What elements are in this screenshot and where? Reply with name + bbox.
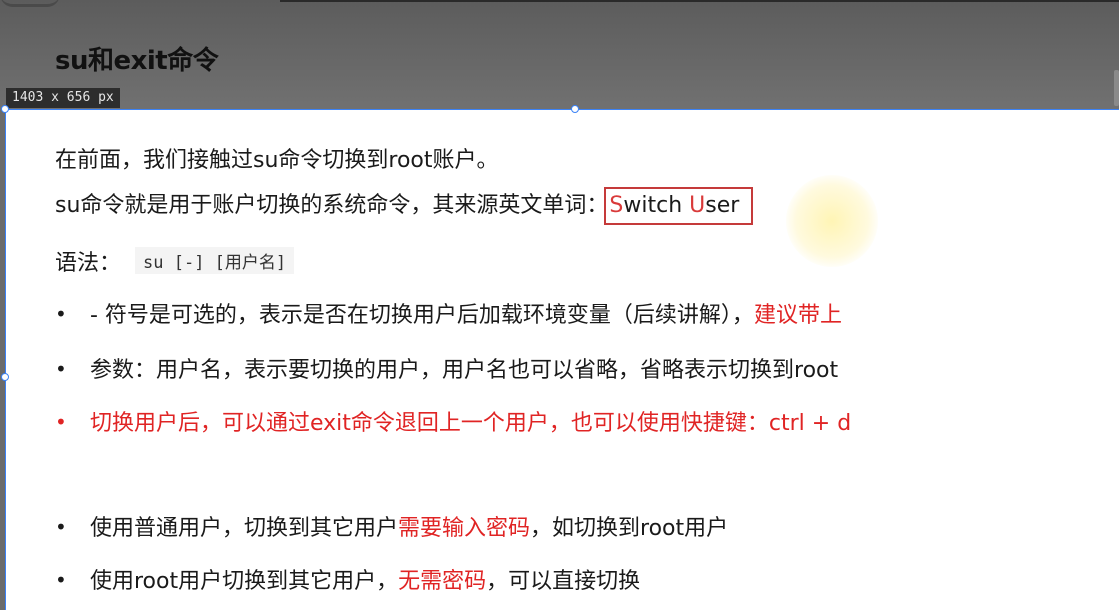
syntax-line: 语法： su [-] [用户名] [55, 245, 295, 277]
description-line: su命令就是用于账户切换的系统命令，其来源英文单词：Switch User [55, 187, 754, 225]
resize-handle-top-left[interactable] [1, 105, 9, 113]
resize-handle-middle-left[interactable] [1, 373, 9, 381]
bullet-text: 使用root用户切换到其它用户， [90, 569, 399, 594]
bullet-suffix: ，如切换到root用户 [530, 516, 729, 541]
bullet-marker: • [55, 302, 67, 326]
word-ser: ser [705, 193, 740, 218]
bullet-item-root-user: 使用root用户切换到其它用户，无需密码，可以直接切换 [90, 563, 640, 595]
bullet-text: 使用普通用户，切换到其它用户 [90, 516, 399, 541]
corner-decoration [0, 0, 60, 7]
bullet-text: 参数：用户名，表示要切换的用户，用户名也可以省略，省略表示切换到root [90, 358, 839, 383]
bullet-item-normal-user: 使用普通用户，切换到其它用户需要输入密码，如切换到root用户 [90, 510, 728, 542]
resize-handle-top-middle[interactable] [571, 105, 579, 113]
bullet-highlight: 需要输入密码 [398, 516, 531, 541]
bullet-item-exit: 切换用户后，可以通过exit命令退回上一个用户，也可以使用快捷键：ctrl + … [90, 405, 851, 437]
bullet-item-optional-dash: - 符号是可选的，表示是否在切换用户后加载环境变量（后续讲解），建议带上 [90, 297, 842, 329]
syntax-code: su [-] [用户名] [135, 247, 295, 274]
bullet-highlight: 建议带上 [753, 303, 842, 328]
scrollbar[interactable] [1114, 70, 1119, 106]
bullet-text: 切换用户后，可以通过exit命令退回上一个用户，也可以使用快捷键：ctrl + … [90, 411, 852, 436]
intro-line: 在前面，我们接触过su命令切换到root账户。 [55, 148, 499, 173]
bullet-text: - 符号是可选的，表示是否在切换用户后加载环境变量（后续讲解）， [90, 303, 754, 328]
cursor-highlight [786, 175, 878, 267]
bullet-marker: • [55, 515, 67, 539]
bullet-marker: • [55, 568, 67, 592]
switch-user-highlight-box: Switch User [604, 187, 754, 225]
page-title: su和exit命令 [55, 46, 219, 76]
syntax-label: 语法： [55, 251, 122, 276]
bullet-marker: • [55, 410, 67, 434]
size-badge: 1403 x 656 px [6, 88, 120, 108]
bullet-marker: • [55, 357, 67, 381]
bullet-item-username: 参数：用户名，表示要切换的用户，用户名也可以省略，省略表示切换到root [90, 352, 838, 384]
top-divider [280, 0, 1119, 2]
word-witch: witch [623, 193, 690, 218]
letter-u: U [689, 193, 706, 218]
letter-s: S [609, 193, 624, 218]
description-prefix: su命令就是用于账户切换的系统命令，其来源英文单词： [55, 193, 609, 218]
bullet-highlight: 无需密码 [398, 569, 487, 594]
bullet-suffix: ，可以直接切换 [486, 569, 641, 594]
